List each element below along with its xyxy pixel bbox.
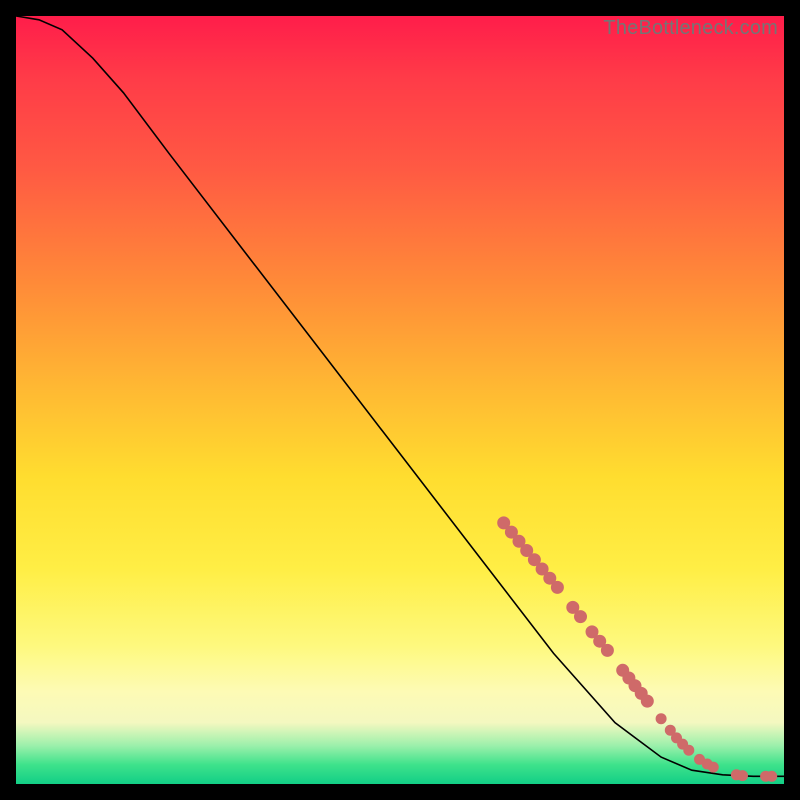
chart-marker xyxy=(708,762,718,772)
chart-marker xyxy=(601,644,613,656)
chart-marker xyxy=(551,581,563,593)
chart-marker xyxy=(767,771,777,781)
chart-plot-area: TheBottleneck.com xyxy=(16,16,784,784)
chart-marker xyxy=(641,695,653,707)
chart-curve xyxy=(16,16,784,776)
chart-marker xyxy=(738,771,748,781)
chart-marker xyxy=(575,611,587,623)
chart-markers-group xyxy=(498,517,777,781)
chart-container: TheBottleneck.com xyxy=(0,0,800,800)
chart-marker xyxy=(656,714,666,724)
chart-svg-layer xyxy=(16,16,784,784)
chart-marker xyxy=(684,745,694,755)
